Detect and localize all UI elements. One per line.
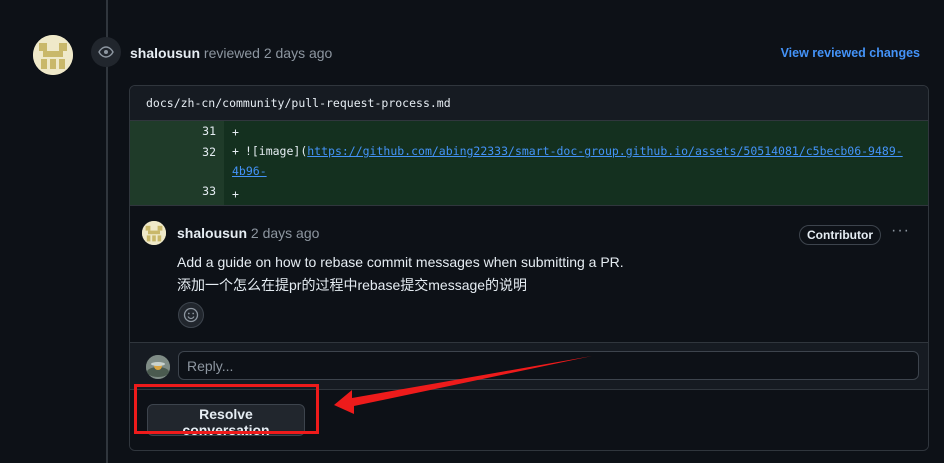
annotation-arrow-icon xyxy=(334,356,592,414)
